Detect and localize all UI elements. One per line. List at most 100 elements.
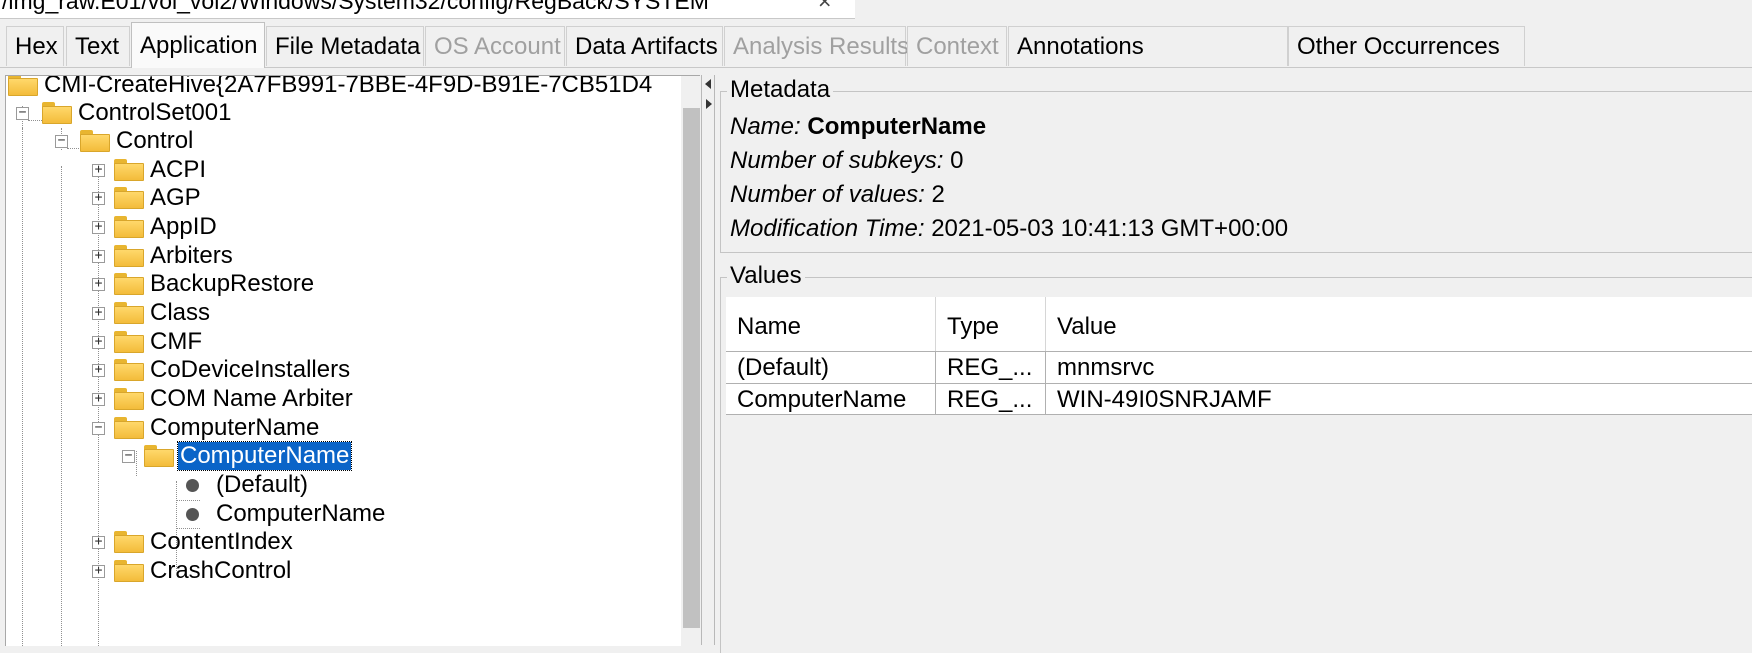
content-viewer-tabs: Hex Text Application File Metadata OS Ac… xyxy=(0,22,1752,68)
tab-data-artifacts[interactable]: Data Artifacts xyxy=(566,26,723,66)
expand-icon[interactable]: + xyxy=(92,335,105,349)
folder-icon xyxy=(144,445,174,467)
expand-icon[interactable]: + xyxy=(92,220,105,234)
tree-node-controlset001[interactable]: − ControlSet001 xyxy=(6,98,676,128)
tree-node-contentindex[interactable]: + ContentIndex xyxy=(6,527,676,557)
folder-icon xyxy=(42,102,72,124)
tab-other-occurrences[interactable]: Other Occurrences xyxy=(1288,26,1525,66)
value-dot-icon xyxy=(186,479,199,492)
tree-node-codeviceinstallers[interactable]: + CoDeviceInstallers xyxy=(6,355,676,385)
value-dot-icon xyxy=(186,508,199,521)
tab-analysis-results[interactable]: Analysis Results xyxy=(724,26,909,66)
expand-icon[interactable]: + xyxy=(92,535,105,549)
close-icon[interactable]: × xyxy=(818,0,831,15)
expand-icon[interactable]: + xyxy=(92,564,105,578)
tree-node-value-default[interactable]: (Default) xyxy=(6,470,676,500)
metadata-mtime-value: 2021-05-03 10:41:13 GMT+00:00 xyxy=(931,215,1289,242)
tab-annotations[interactable]: Annotations xyxy=(1008,26,1288,66)
file-path-label: /img_raw.E01/vol_vol2/Windows/System32/c… xyxy=(2,0,709,14)
folder-icon xyxy=(114,417,144,439)
tab-application[interactable]: Application xyxy=(131,22,265,68)
metadata-name-value: ComputerName xyxy=(807,113,987,140)
folder-icon xyxy=(114,560,144,582)
folder-icon xyxy=(114,331,144,353)
tree-node-computername-selected[interactable]: − ComputerName xyxy=(6,441,676,471)
metadata-name-label: Name: xyxy=(730,113,801,140)
expand-icon[interactable]: + xyxy=(92,277,105,291)
tab-file-metadata[interactable]: File Metadata xyxy=(266,26,424,66)
cell-type: REG_... xyxy=(936,384,1046,415)
expand-icon[interactable]: + xyxy=(92,306,105,320)
tree-node-appid[interactable]: + AppID xyxy=(6,212,676,242)
column-header-value[interactable]: Value xyxy=(1046,297,1752,351)
collapse-right-icon[interactable] xyxy=(706,99,712,109)
folder-icon xyxy=(8,76,38,96)
folder-icon xyxy=(114,159,144,181)
tree-node-label: ControlSet001 xyxy=(78,99,232,126)
expand-icon[interactable]: + xyxy=(92,191,105,205)
tree-node-root-hive[interactable]: CMI-CreateHive{2A7FB991-7BBE-4F9D-B91E-7… xyxy=(6,75,676,100)
values-table-header: Name Type Value xyxy=(726,297,1752,351)
tree-node-cmf[interactable]: + CMF xyxy=(6,327,676,357)
metadata-group: Metadata Name: ComputerName Number of su… xyxy=(720,75,1752,253)
expand-icon[interactable]: + xyxy=(92,363,105,377)
collapse-icon[interactable]: − xyxy=(55,134,68,148)
column-header-type[interactable]: Type xyxy=(936,297,1046,351)
values-group-title: Values xyxy=(727,261,805,291)
tree-node-backuprestore[interactable]: + BackupRestore xyxy=(6,269,676,299)
folder-icon xyxy=(114,359,144,381)
tree-node-label: AGP xyxy=(150,184,201,211)
registry-tree[interactable]: CMI-CreateHive{2A7FB991-7BBE-4F9D-B91E-7… xyxy=(5,75,700,646)
file-path-bar: /img_raw.E01/vol_vol2/Windows/System32/c… xyxy=(0,0,855,19)
expand-icon[interactable]: + xyxy=(92,392,105,406)
tab-text[interactable]: Text xyxy=(66,26,130,66)
tree-node-label: ComputerName xyxy=(150,414,320,441)
tree-scrollbar-thumb[interactable] xyxy=(683,108,700,628)
folder-icon xyxy=(114,531,144,553)
tree-node-agp[interactable]: + AGP xyxy=(6,183,676,213)
pane-splitter[interactable] xyxy=(701,75,715,645)
folder-icon xyxy=(114,245,144,267)
metadata-group-title: Metadata xyxy=(727,75,834,105)
tree-node-label: COM Name Arbiter xyxy=(150,385,353,412)
collapse-left-icon[interactable] xyxy=(705,79,711,89)
folder-icon xyxy=(114,273,144,295)
tree-node-label: CrashControl xyxy=(150,557,292,584)
tree-node-label: ACPI xyxy=(150,156,207,183)
metadata-subkeys-value: 0 xyxy=(950,147,964,174)
metadata-values-row: Number of values: 2 xyxy=(730,180,945,210)
metadata-subkeys-label: Number of subkeys: xyxy=(730,147,944,174)
cell-type: REG_... xyxy=(936,352,1046,383)
tree-node-label: (Default) xyxy=(216,471,309,498)
tree-node-label: Control xyxy=(116,127,194,154)
tree-node-label: CoDeviceInstallers xyxy=(150,356,351,383)
collapse-icon[interactable]: − xyxy=(92,421,105,435)
tab-hex[interactable]: Hex xyxy=(6,26,64,66)
tab-os-account[interactable]: OS Account xyxy=(425,26,565,66)
tab-context[interactable]: Context xyxy=(907,26,1007,66)
tree-node-label: ComputerName xyxy=(176,441,353,471)
tree-node-com-name-arbiter[interactable]: + COM Name Arbiter xyxy=(6,384,676,414)
cell-name: (Default) xyxy=(726,352,936,383)
collapse-icon[interactable]: − xyxy=(16,106,29,120)
expand-icon[interactable]: + xyxy=(92,249,105,263)
tree-node-acpi[interactable]: + ACPI xyxy=(6,155,676,185)
tree-node-crashcontrol[interactable]: + CrashControl xyxy=(6,556,676,586)
tree-node-arbiters[interactable]: + Arbiters xyxy=(6,241,676,271)
collapse-icon[interactable]: − xyxy=(122,449,135,463)
expand-icon[interactable]: + xyxy=(92,163,105,177)
column-header-name[interactable]: Name xyxy=(726,297,936,351)
tree-node-label: Class xyxy=(150,299,211,326)
tree-node-label: Arbiters xyxy=(150,242,233,269)
table-row[interactable]: (Default) REG_... mnmsrvc xyxy=(726,351,1752,383)
table-row[interactable]: ComputerName REG_... WIN-49I0SNRJAMF xyxy=(726,383,1752,415)
tree-node-computername-parent[interactable]: − ComputerName xyxy=(6,413,676,443)
cell-value: WIN-49I0SNRJAMF xyxy=(1057,386,1272,413)
metadata-values-label: Number of values: xyxy=(730,181,925,208)
tree-node-value-computername[interactable]: ComputerName xyxy=(6,499,676,529)
tree-node-control[interactable]: − Control xyxy=(6,126,676,156)
tree-node-label: AppID xyxy=(150,213,217,240)
tree-node-label: CMI-CreateHive{2A7FB991-7BBE-4F9D-B91E-7… xyxy=(44,75,653,98)
tree-node-class[interactable]: + Class xyxy=(6,298,676,328)
metadata-name-row: Name: ComputerName xyxy=(730,112,986,142)
